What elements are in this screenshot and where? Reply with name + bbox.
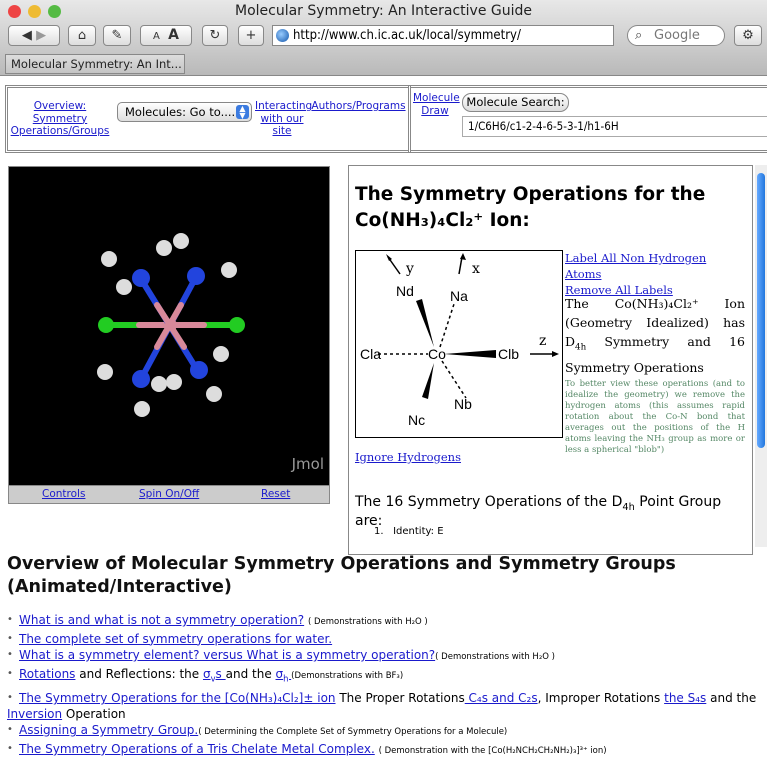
address-bar[interactable]: http://www.ch.ic.ac.uk/local/symmetry/ bbox=[272, 25, 614, 46]
list-item: The Symmetry Operations for the [Co(NH₃)… bbox=[7, 690, 767, 707]
proper-rotations-link[interactable]: C₄s and C₂s bbox=[465, 691, 538, 705]
pencil-icon: ✎ bbox=[111, 28, 123, 43]
add-bookmark-button[interactable]: + bbox=[238, 25, 264, 46]
operation-item: 1. Identity: E bbox=[374, 526, 444, 537]
globe-icon bbox=[276, 29, 289, 42]
overview-link[interactable]: Overview: Symmetry Operations/Groups bbox=[10, 100, 110, 138]
select-value: Molecules: Go to.... bbox=[125, 105, 236, 119]
label-all-link[interactable]: Label All Non Hydrogen Atoms bbox=[565, 251, 706, 281]
svg-text:z: z bbox=[539, 333, 546, 349]
item-link[interactable]: What is and what is not a symmetry opera… bbox=[19, 613, 304, 627]
molecule-model bbox=[97, 233, 245, 417]
item-text: The Proper Rotations bbox=[335, 691, 465, 706]
plus-icon: + bbox=[245, 28, 257, 43]
search-placeholder: Google bbox=[654, 28, 700, 43]
jmol-viewer[interactable]: Jmol bbox=[8, 166, 330, 486]
item-text: and Reflections: the bbox=[75, 666, 203, 681]
sigma-v-link[interactable]: σvs bbox=[203, 667, 226, 683]
home-button[interactable]: ⌂ bbox=[68, 25, 96, 46]
overview-list: What is and what is not a symmetry opera… bbox=[7, 612, 767, 759]
jmol-logo: Jmol bbox=[291, 455, 324, 473]
svg-text:Nb: Nb bbox=[454, 396, 472, 412]
svg-text:Na: Na bbox=[450, 288, 468, 304]
svg-text:Clb: Clb bbox=[498, 346, 519, 362]
sigma-h-link[interactable]: σh bbox=[276, 667, 292, 683]
list-item: Rotations and Reflections: the σvs and t… bbox=[7, 666, 767, 687]
ignore-hydrogens-link[interactable]: Ignore Hydrogens bbox=[355, 450, 461, 464]
settings-button[interactable]: ⚙ bbox=[734, 25, 762, 46]
svg-text:x: x bbox=[472, 261, 480, 277]
symmetry-description: The Co(NH₃)₄Cl₂⁺ Ion (Geometry Idealized… bbox=[565, 296, 745, 375]
site-nav: Overview: Symmetry Operations/Groups Mol… bbox=[5, 85, 411, 153]
y-axis-label: y bbox=[405, 261, 414, 277]
item-note: ( Demonstration with the [Co(H₂NCH₂CH₂NH… bbox=[378, 745, 607, 756]
item-link[interactable]: The Symmetry Operations for the [Co(NH₃)… bbox=[19, 691, 336, 705]
list-item: Assigning a Symmetry Group.( Determining… bbox=[7, 722, 767, 741]
browser-chrome: Molecular Symmetry: An Interactive Guide… bbox=[0, 0, 767, 76]
content-frame: The Symmetry Operations for the Co(NH₃)₄C… bbox=[348, 165, 753, 555]
svg-text:Nc: Nc bbox=[408, 412, 425, 428]
reset-link[interactable]: Reset bbox=[261, 486, 290, 503]
hydrogen-note: To better view these operations (and to … bbox=[565, 379, 745, 455]
item-link[interactable]: Assigning a Symmetry Group. bbox=[19, 723, 198, 737]
molecules-select[interactable]: Molecules: Go to.... ▲ ▼ bbox=[117, 102, 252, 122]
inversion-link[interactable]: Inversion bbox=[7, 707, 62, 721]
item-note: ( Determining the Complete Set of Symmet… bbox=[198, 727, 508, 738]
frame-scrollbar[interactable] bbox=[755, 165, 767, 547]
item-link[interactable]: The Symmetry Operations of a Tris Chelat… bbox=[19, 742, 375, 756]
list-item: What is and what is not a symmetry opera… bbox=[7, 612, 767, 631]
list-item: The Symmetry Operations of a Tris Chelat… bbox=[7, 741, 767, 759]
interacting-link[interactable]: Interacting with our site bbox=[255, 100, 312, 138]
scrollbar-thumb[interactable] bbox=[757, 173, 765, 448]
item-text: and the bbox=[706, 691, 757, 706]
overview-heading: Overview of Molecular Symmetry Operation… bbox=[7, 554, 676, 597]
list-item: What is a symmetry element? versus What … bbox=[7, 647, 767, 666]
inchi-input[interactable]: 1/C6H6/c1-2-4-6-5-3-1/h1-6H bbox=[462, 116, 767, 137]
edit-button[interactable]: ✎ bbox=[103, 25, 131, 46]
text-bigger[interactable]: A bbox=[168, 27, 179, 43]
axis-diagram: y x z Nd Na Cla Co Clb Nc Nb bbox=[355, 250, 563, 438]
label-links: Label All Non Hydrogen Atoms Remove All … bbox=[565, 250, 745, 298]
operations-heading: The 16 Symmetry Operations of the D4h Po… bbox=[355, 494, 722, 529]
item-text: and the bbox=[225, 666, 276, 681]
controls-link[interactable]: Controls bbox=[42, 486, 85, 503]
back-icon: ◀ bbox=[21, 28, 32, 43]
jmol-controls: Controls Spin On/Off Reset bbox=[8, 485, 330, 504]
molecule-search-panel: Molecule Draw Molecule Search: 1/C6H6/c1… bbox=[408, 85, 767, 153]
spin-link[interactable]: Spin On/Off bbox=[139, 486, 199, 503]
text-smaller[interactable]: A bbox=[153, 31, 160, 42]
home-icon: ⌂ bbox=[77, 28, 87, 43]
list-item: The complete set of symmetry operations … bbox=[7, 631, 767, 648]
search-icon: ⌕ bbox=[635, 28, 643, 43]
search-field[interactable]: ⌕ Google bbox=[627, 25, 725, 46]
item-text: , Improper Rotations bbox=[537, 691, 665, 706]
molecule-search-button[interactable]: Molecule Search: bbox=[462, 93, 569, 112]
item-note: ( Demonstrations with H₂O ) bbox=[307, 617, 428, 627]
item-link[interactable]: What is a symmetry element? versus What … bbox=[19, 648, 435, 662]
svg-text:Nd: Nd bbox=[396, 283, 414, 299]
window-title: Molecular Symmetry: An Interactive Guide bbox=[234, 3, 532, 19]
back-forward-button[interactable]: ◀ ▶ bbox=[8, 25, 60, 46]
svg-text:Cla: Cla bbox=[360, 346, 381, 362]
rotations-link[interactable]: Rotations bbox=[19, 667, 75, 681]
reload-button[interactable]: ↻ bbox=[202, 25, 228, 46]
item-link[interactable]: The complete set of symmetry operations … bbox=[19, 632, 332, 646]
gear-icon: ⚙ bbox=[742, 28, 754, 43]
forward-icon: ▶ bbox=[36, 28, 47, 43]
molecule-draw-link[interactable]: Molecule Draw bbox=[413, 92, 460, 117]
reload-icon: ↻ bbox=[209, 28, 221, 43]
item-note: (Demonstrations with BF₃) bbox=[291, 670, 404, 681]
url-text: http://www.ch.ic.ac.uk/local/symmetry/ bbox=[293, 28, 521, 43]
list-item-continuation: Inversion Operation bbox=[7, 706, 767, 723]
item-note: ( Demonstrations with H₂O ) bbox=[435, 652, 555, 662]
item-text: Operation bbox=[62, 706, 126, 721]
s4-link[interactable]: the S₄s bbox=[664, 691, 706, 705]
text-size-button[interactable]: A A bbox=[140, 25, 192, 46]
frame-heading: The Symmetry Operations for the Co(NH₃)₄C… bbox=[355, 184, 706, 231]
select-arrows-icon: ▲ ▼ bbox=[236, 105, 249, 120]
tab-current[interactable]: Molecular Symmetry: An Int... bbox=[5, 54, 185, 74]
authors-link[interactable]: Authors/Programs bbox=[311, 100, 406, 113]
svg-text:Co: Co bbox=[428, 346, 446, 362]
